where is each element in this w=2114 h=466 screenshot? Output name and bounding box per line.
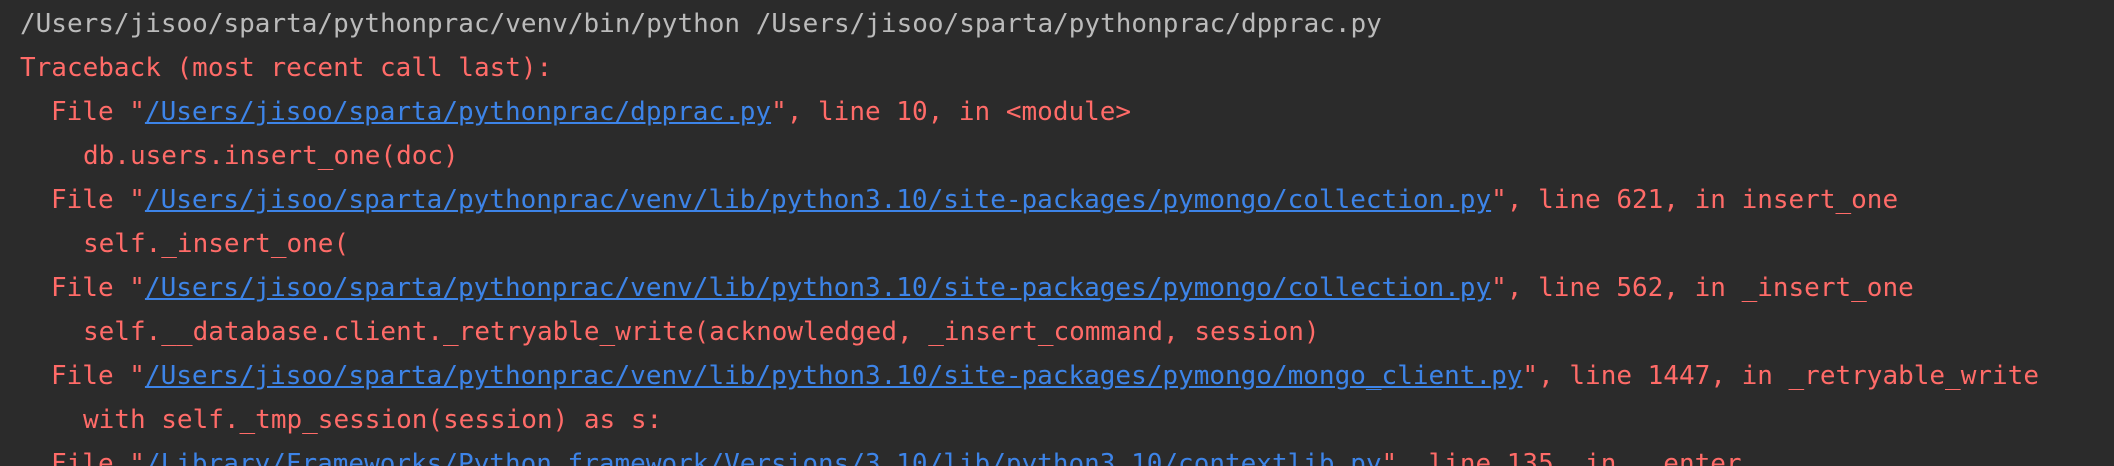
traceback-code-line: with self._tmp_session(session) as s: bbox=[83, 405, 663, 435]
frame-location: ", line 1447, in _retryable_write bbox=[1522, 361, 2039, 391]
traceback-header: Traceback (most recent call last): bbox=[20, 53, 553, 83]
frame-file-prefix: File " bbox=[51, 273, 145, 303]
frame-file-prefix: File " bbox=[51, 185, 145, 215]
traceback-frame-line: File "/Users/jisoo/sparta/pythonprac/ven… bbox=[20, 178, 2114, 222]
frame-location: ", line 10, in <module> bbox=[771, 97, 1132, 127]
frame-file-link[interactable]: /Users/jisoo/sparta/pythonprac/dpprac.py bbox=[145, 97, 771, 127]
frame-location: ", line 135, in __enter__ bbox=[1381, 449, 1773, 466]
run-console-output: /Users/jisoo/sparta/pythonprac/venv/bin/… bbox=[0, 0, 2114, 466]
traceback-frame-line: File "/Library/Frameworks/Python.framewo… bbox=[20, 442, 2114, 466]
traceback-code-line: self.__database.client._retryable_write(… bbox=[83, 317, 1320, 347]
frame-location: ", line 621, in insert_one bbox=[1491, 185, 1899, 215]
frame-file-prefix: File " bbox=[51, 449, 145, 466]
frame-location: ", line 562, in _insert_one bbox=[1491, 273, 1914, 303]
frame-file-link[interactable]: /Users/jisoo/sparta/pythonprac/venv/lib/… bbox=[145, 273, 1491, 303]
frame-file-prefix: File " bbox=[51, 97, 145, 127]
traceback-frame-line: File "/Users/jisoo/sparta/pythonprac/ven… bbox=[20, 266, 2114, 310]
frame-file-prefix: File " bbox=[51, 361, 145, 391]
frame-file-link[interactable]: /Users/jisoo/sparta/pythonprac/venv/lib/… bbox=[145, 185, 1491, 215]
traceback-code-line: db.users.insert_one(doc) bbox=[83, 141, 459, 171]
frame-file-link[interactable]: /Users/jisoo/sparta/pythonprac/venv/lib/… bbox=[145, 361, 1523, 391]
frame-file-link[interactable]: /Library/Frameworks/Python.framework/Ver… bbox=[145, 449, 1382, 466]
traceback-frame-line: File "/Users/jisoo/sparta/pythonprac/ven… bbox=[20, 354, 2114, 398]
traceback-frame-line: File "/Users/jisoo/sparta/pythonprac/dpp… bbox=[20, 90, 2114, 134]
traceback-code-line: self._insert_one( bbox=[83, 229, 350, 259]
run-command-line: /Users/jisoo/sparta/pythonprac/venv/bin/… bbox=[20, 9, 1382, 39]
